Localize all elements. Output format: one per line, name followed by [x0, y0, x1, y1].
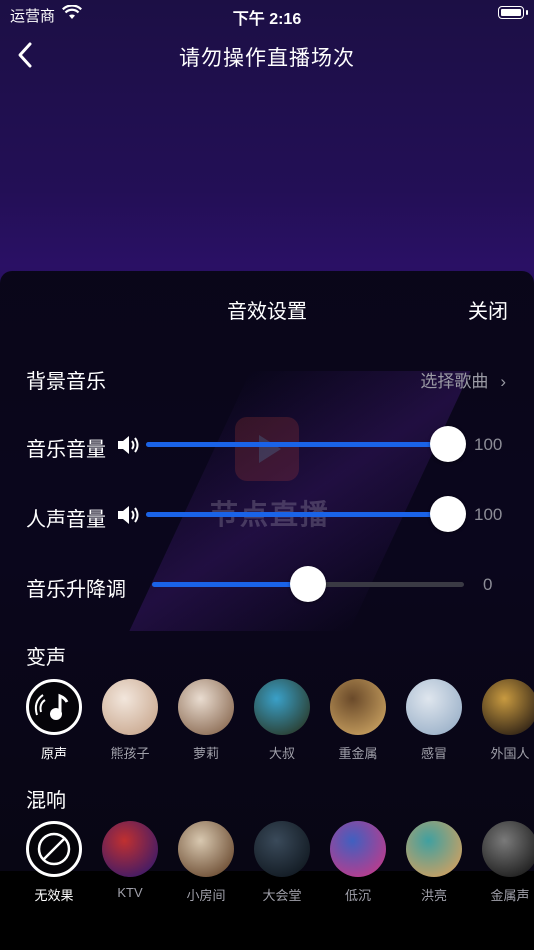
effect-name: 小房间	[186, 888, 226, 903]
music-volume-value: 100	[474, 435, 503, 454]
effect-thumbnail	[330, 821, 386, 877]
speaker-icon	[118, 506, 139, 524]
speaker-icon	[118, 436, 139, 454]
effect-name: KTV	[117, 885, 143, 900]
effect-thumbnail	[482, 679, 534, 735]
reverb-effect-item[interactable]: KTV	[92, 821, 168, 900]
effect-name: 萝莉	[192, 746, 219, 761]
status-bar: 运营商 下午 2:16	[0, 0, 534, 28]
reverb-label: 混响	[26, 790, 66, 812]
no-effect-icon	[26, 821, 82, 877]
reverb-effect-item[interactable]: 洪亮	[396, 821, 472, 904]
nav-bar: 请勿操作直播场次	[0, 30, 534, 80]
voice-effect-item[interactable]: 感冒	[396, 679, 472, 762]
effect-name: 大叔	[268, 746, 295, 761]
music-volume-slider[interactable]	[146, 426, 466, 462]
vocal-volume-slider[interactable]	[146, 496, 466, 532]
battery-icon	[498, 6, 528, 19]
voice-effect-item[interactable]: 大叔	[244, 679, 320, 762]
music-volume-label: 音乐音量	[26, 439, 106, 461]
effect-thumbnail	[254, 821, 310, 877]
pitch-value: 0	[483, 575, 493, 594]
effect-thumbnail	[254, 679, 310, 735]
effect-name: 重金属	[338, 746, 378, 761]
effect-name: 无效果	[34, 888, 74, 903]
page-title: 请勿操作直播场次	[179, 47, 355, 70]
sound-effects-panel: 节点直播 音效设置 关闭 背景音乐 选择歌曲 › 音乐音量 100 人声音量 10…	[0, 271, 534, 950]
effect-thumbnail	[406, 821, 462, 877]
reverb-effect-item[interactable]: 金属声	[472, 821, 534, 904]
panel-title: 音效设置	[227, 301, 307, 323]
chevron-right-icon: ›	[500, 372, 506, 391]
effect-name: 原声	[40, 746, 67, 761]
select-song-label: 选择歌曲	[420, 372, 489, 391]
effect-thumbnail	[102, 679, 158, 735]
reverb-effect-item[interactable]: 大会堂	[244, 821, 320, 904]
bgm-label: 背景音乐	[26, 371, 106, 393]
reverb-list: 无效果 KTV 小房间 大会堂 低沉 洪亮 金属声	[0, 821, 534, 921]
effect-thumbnail	[178, 679, 234, 735]
effect-name: 低沉	[344, 888, 371, 903]
slider-thumb[interactable]	[430, 496, 466, 532]
effect-name: 熊孩子	[110, 746, 150, 761]
effect-thumbnail	[102, 821, 158, 877]
effect-thumbnail	[482, 821, 534, 877]
voice-change-label: 变声	[26, 647, 66, 669]
select-song-button[interactable]: 选择歌曲 ›	[420, 367, 506, 392]
slider-thumb[interactable]	[290, 566, 326, 602]
close-button[interactable]: 关闭	[468, 295, 508, 324]
reverb-effect-item[interactable]: 无效果	[16, 821, 92, 904]
vocal-volume-label: 人声音量	[26, 509, 106, 531]
voice-effect-item[interactable]: 熊孩子	[92, 679, 168, 762]
pitch-slider[interactable]	[152, 566, 464, 602]
effect-thumbnail	[330, 679, 386, 735]
effect-name: 外国人	[490, 746, 530, 761]
effect-name: 洪亮	[420, 888, 447, 903]
voice-effect-item[interactable]: 外国人	[472, 679, 534, 762]
microphone-icon	[26, 679, 82, 735]
voice-change-list: 原声 熊孩子 萝莉 大叔 重金属 感冒 外国人	[0, 679, 534, 779]
clock: 下午 2:16	[232, 11, 302, 28]
effect-name: 大会堂	[262, 888, 302, 903]
slider-thumb[interactable]	[430, 426, 466, 462]
voice-effect-item[interactable]: 萝莉	[168, 679, 244, 762]
effect-name: 金属声	[490, 888, 530, 903]
vocal-volume-value: 100	[474, 505, 503, 524]
voice-effect-item[interactable]: 重金属	[320, 679, 396, 762]
reverb-effect-item[interactable]: 小房间	[168, 821, 244, 904]
pitch-label: 音乐升降调	[26, 579, 126, 601]
effect-thumbnail	[178, 821, 234, 877]
voice-effect-item[interactable]: 原声	[16, 679, 92, 762]
effect-thumbnail	[406, 679, 462, 735]
effect-name: 感冒	[420, 746, 447, 761]
reverb-effect-item[interactable]: 低沉	[320, 821, 396, 904]
